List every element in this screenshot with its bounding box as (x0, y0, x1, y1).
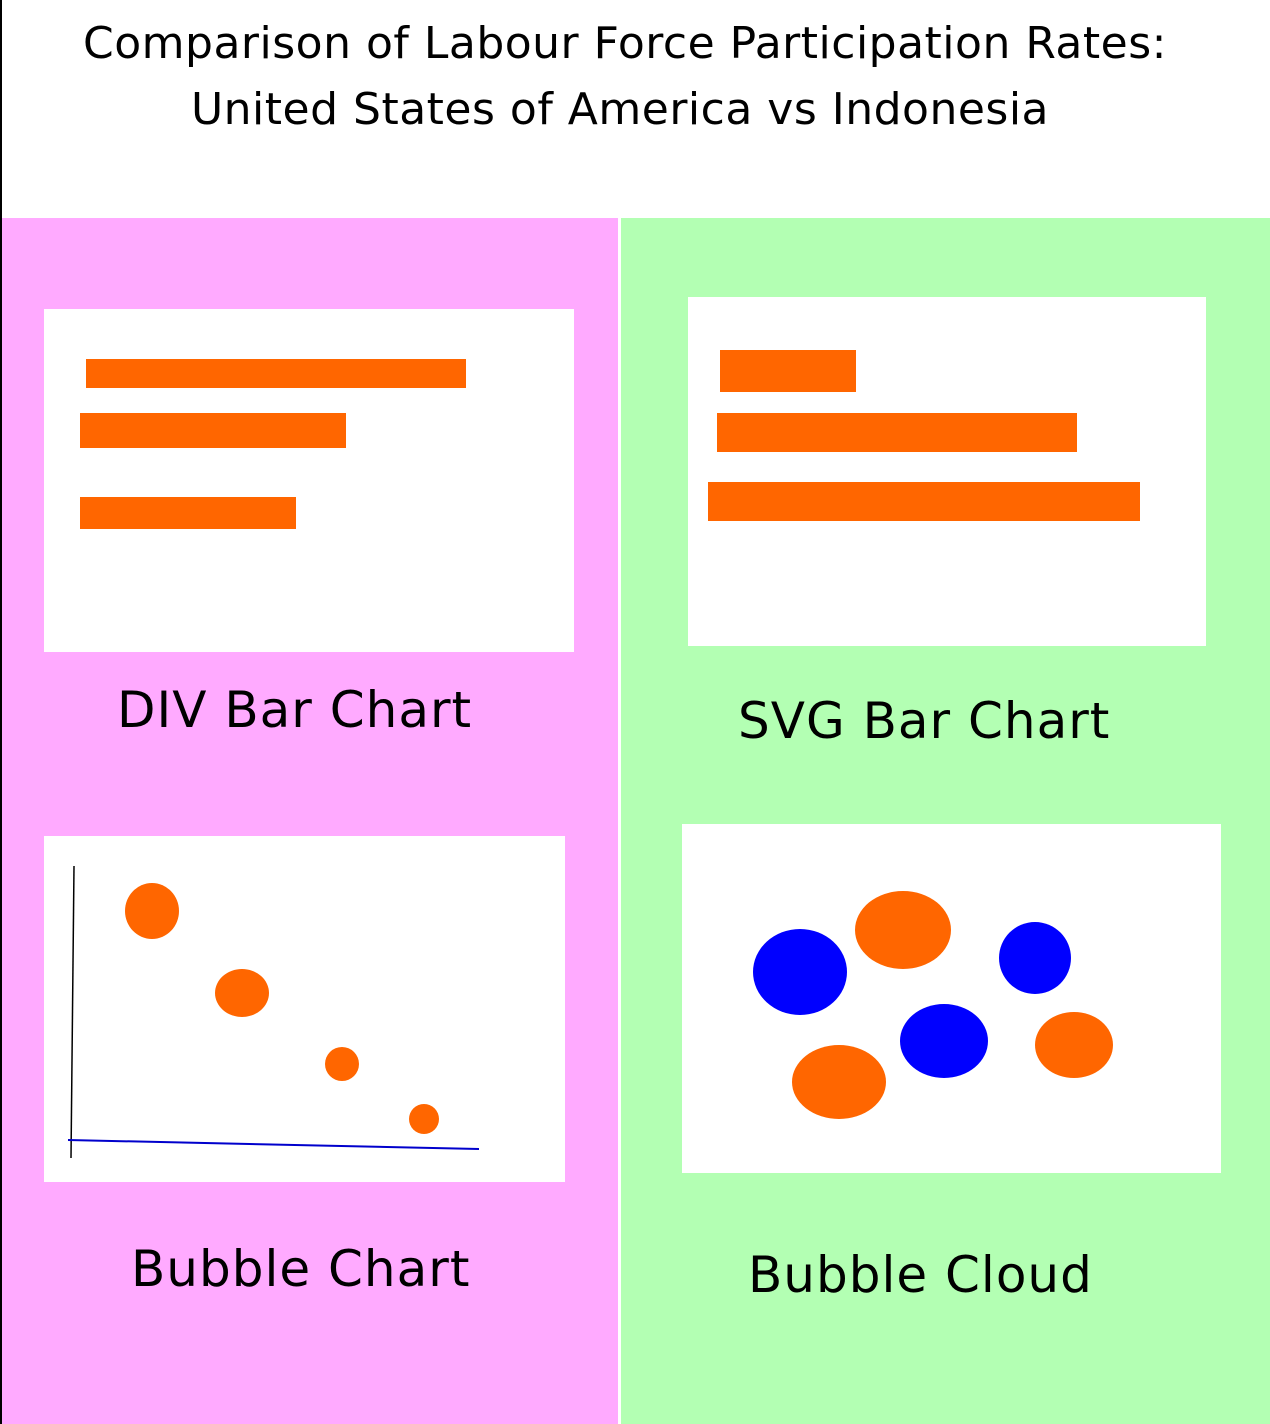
svg-bar-chart-card[interactable] (688, 297, 1206, 646)
bubble-4 (409, 1104, 439, 1134)
page-header: Comparison of Labour Force Participation… (0, 0, 1270, 218)
x-axis (67, 1139, 480, 1150)
bubble-3 (325, 1047, 359, 1081)
bubble-orange-1 (855, 891, 951, 969)
page-subtitle: United States of America vs Indonesia (190, 84, 1050, 135)
page-title: Comparison of Labour Force Participation… (83, 18, 1167, 69)
svg-bar-chart-caption[interactable]: SVG Bar Chart (738, 692, 1110, 750)
bar-3 (708, 482, 1140, 521)
bubble-2 (215, 969, 269, 1017)
bubble-chart-caption[interactable]: Bubble Chart (131, 1240, 470, 1298)
bar-3 (80, 497, 296, 529)
bar-2 (717, 413, 1077, 452)
svg-bar-chart-thumbnail (708, 350, 1140, 521)
bubble-chart-thumbnail (67, 865, 480, 1159)
bubble-cloud-caption[interactable]: Bubble Cloud (748, 1246, 1093, 1304)
bubble-chart-card[interactable] (44, 836, 565, 1182)
bar-1 (86, 359, 466, 388)
bubble-orange-2 (1035, 1012, 1113, 1078)
bubble-1 (125, 883, 179, 939)
bubble-blue-3 (900, 1004, 988, 1078)
bar-2 (80, 413, 346, 448)
div-bar-chart-caption[interactable]: DIV Bar Chart (117, 681, 472, 739)
div-bar-chart-thumbnail (80, 359, 466, 529)
bubble-blue-2 (999, 922, 1071, 994)
bubble-cloud-thumbnail (753, 891, 1113, 1119)
bubble-blue-1 (753, 929, 847, 1015)
bar-1 (720, 350, 856, 392)
div-bar-chart-card[interactable] (44, 309, 574, 652)
bubble-cloud-card[interactable] (682, 824, 1221, 1173)
bubble-orange-3 (792, 1045, 886, 1119)
y-axis (70, 865, 75, 1159)
